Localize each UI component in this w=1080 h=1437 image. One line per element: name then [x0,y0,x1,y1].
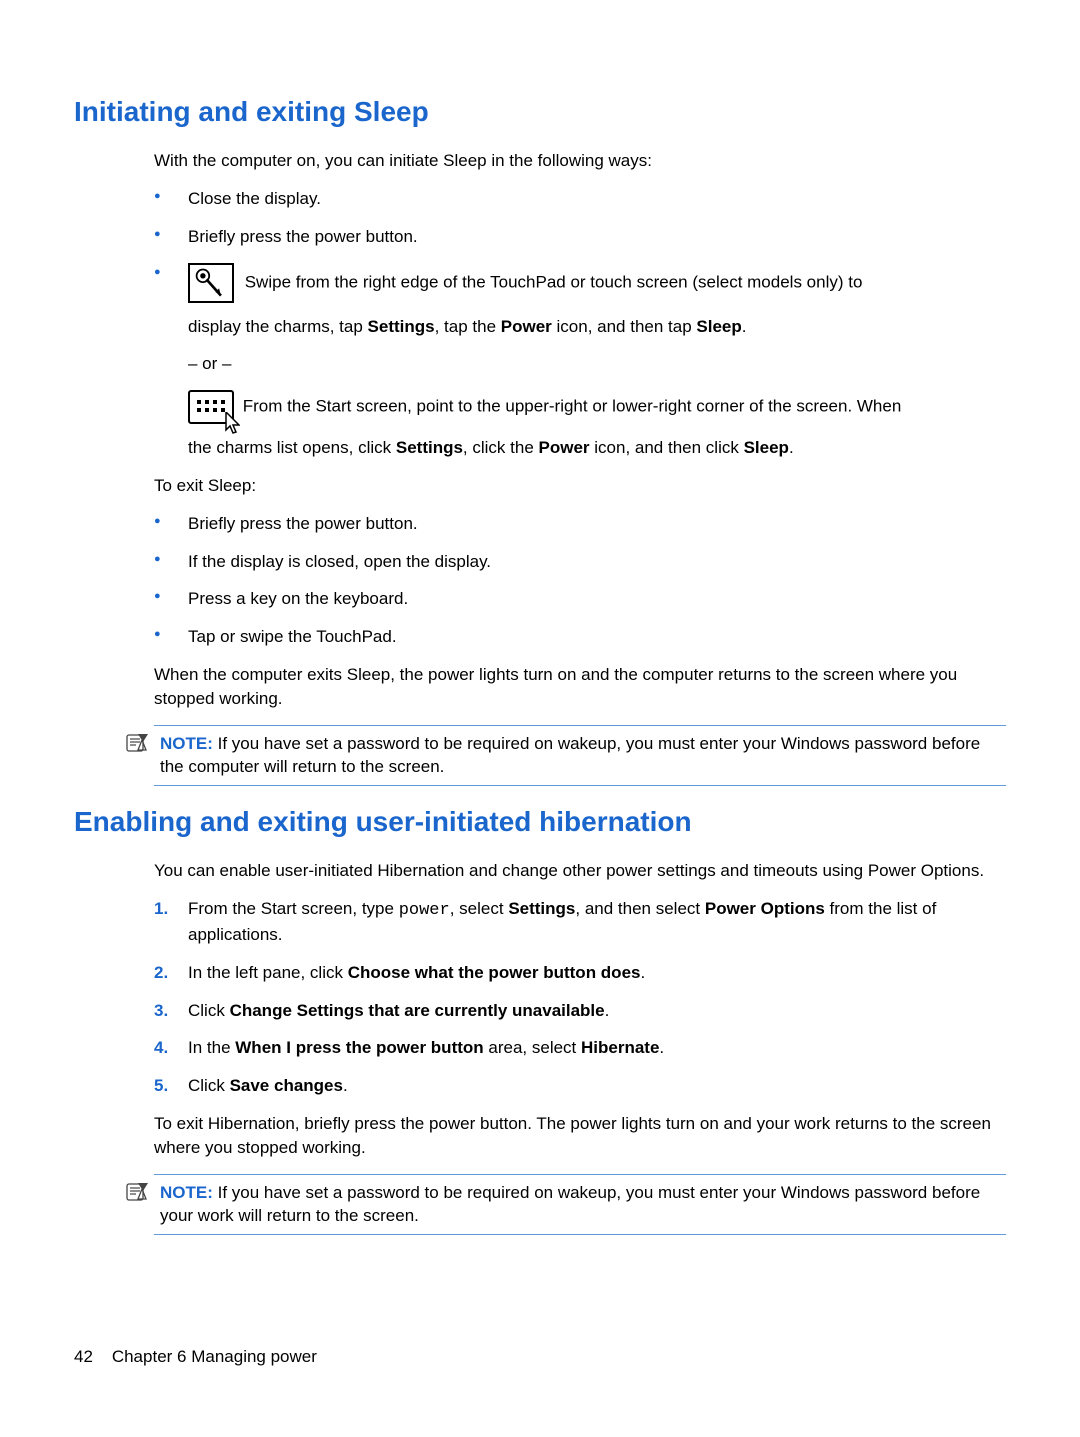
list-text: If the display is closed, open the displ… [188,552,491,571]
or-separator: – or – [188,352,1006,376]
touch-gesture-icon [188,263,234,303]
list-text-line1: From the Start screen, point to the uppe… [238,397,901,416]
text-seg: . [659,1038,664,1057]
text-seg: area, select [484,1038,581,1057]
note-text: NOTE: If you have set a password to be r… [160,1181,1006,1229]
step-item: Click Save changes. [154,1074,1006,1098]
text-seg: In the [188,1038,235,1057]
bold-text: Save changes [230,1076,343,1095]
sleep-initiate-list: Close the display. Briefly press the pow… [154,187,1006,460]
section-heading-hibernation: Enabling and exiting user-initiated hibe… [74,802,1006,841]
bold-power: Power [539,438,590,457]
text-seg: display the charms, tap [188,317,368,336]
text-seg: . [789,438,794,457]
list-item: Swipe from the right edge of the TouchPa… [154,263,1006,460]
exit-sleep-list: Briefly press the power button. If the d… [154,512,1006,649]
bold-text: Choose what the power button does [348,963,641,982]
step-item: In the When I press the power button are… [154,1036,1006,1060]
list-text: Tap or swipe the TouchPad. [188,627,397,646]
note-icon [124,732,150,754]
text-seg: . [343,1076,348,1095]
list-item: Briefly press the power button. [154,225,1006,249]
bold-text: Hibernate [581,1038,659,1057]
text-seg: . [605,1001,610,1020]
list-text: Close the display. [188,189,321,208]
text-seg: . [640,963,645,982]
cursor-icon [224,412,240,434]
list-text-line1: Swipe from the right edge of the TouchPa… [240,272,862,291]
exit-hibernation-text: To exit Hibernation, briefly press the p… [154,1112,1006,1160]
list-item: Tap or swipe the TouchPad. [154,625,1006,649]
bold-sleep: Sleep [744,438,789,457]
after-exit-text: When the computer exits Sleep, the power… [154,663,1006,711]
list-item: Close the display. [154,187,1006,211]
intro-text: With the computer on, you can initiate S… [154,149,1006,173]
bold-settings: Settings [368,317,435,336]
text-seg: icon, and then tap [552,317,697,336]
text-seg: Click [188,1001,230,1020]
step-item: Click Change Settings that are currently… [154,999,1006,1023]
text-seg: Click [188,1076,230,1095]
list-text: Briefly press the power button. [188,514,418,533]
list-item: Briefly press the power button. [154,512,1006,536]
text-seg: , and then select [575,899,704,918]
note-icon [124,1181,150,1203]
note-text: NOTE: If you have set a password to be r… [160,732,1006,780]
text-seg: In the left pane, click [188,963,348,982]
list-item: Press a key on the keyboard. [154,587,1006,611]
page-number: 42 [74,1347,93,1366]
text-seg: the charms list opens, click [188,438,396,457]
text-seg: icon, and then click [590,438,744,457]
mono-text: power [399,901,450,920]
chapter-label: Chapter 6 Managing power [112,1347,317,1366]
intro-text-2: You can enable user-initiated Hibernatio… [154,859,1006,883]
list-text: Press a key on the keyboard. [188,589,408,608]
list-text: Briefly press the power button. [188,227,418,246]
bold-text: Power Options [705,899,825,918]
note-label: NOTE: [160,1183,213,1202]
text-seg: From the Start screen, type [188,899,399,918]
text-seg: . [742,317,747,336]
note-label: NOTE: [160,734,213,753]
bold-settings: Settings [396,438,463,457]
exit-sleep-label: To exit Sleep: [154,474,1006,498]
bold-power: Power [501,317,552,336]
page-footer: 42 Chapter 6 Managing power [74,1345,317,1369]
note-body: If you have set a password to be require… [160,734,980,777]
list-item: If the display is closed, open the displ… [154,550,1006,574]
bold-text: Change Settings that are currently unava… [230,1001,605,1020]
section-heading-sleep: Initiating and exiting Sleep [74,92,1006,131]
start-screen-icon [188,390,234,424]
step-item: From the Start screen, type power, selec… [154,897,1006,947]
step-item: In the left pane, click Choose what the … [154,961,1006,985]
bold-text: When I press the power button [235,1038,483,1057]
text-seg: , click the [463,438,539,457]
bold-sleep: Sleep [696,317,741,336]
text-seg: , tap the [435,317,501,336]
note-body: If you have set a password to be require… [160,1183,980,1226]
bold-text: Settings [508,899,575,918]
text-seg: , select [450,899,509,918]
hibernation-steps: From the Start screen, type power, selec… [154,897,1006,1098]
